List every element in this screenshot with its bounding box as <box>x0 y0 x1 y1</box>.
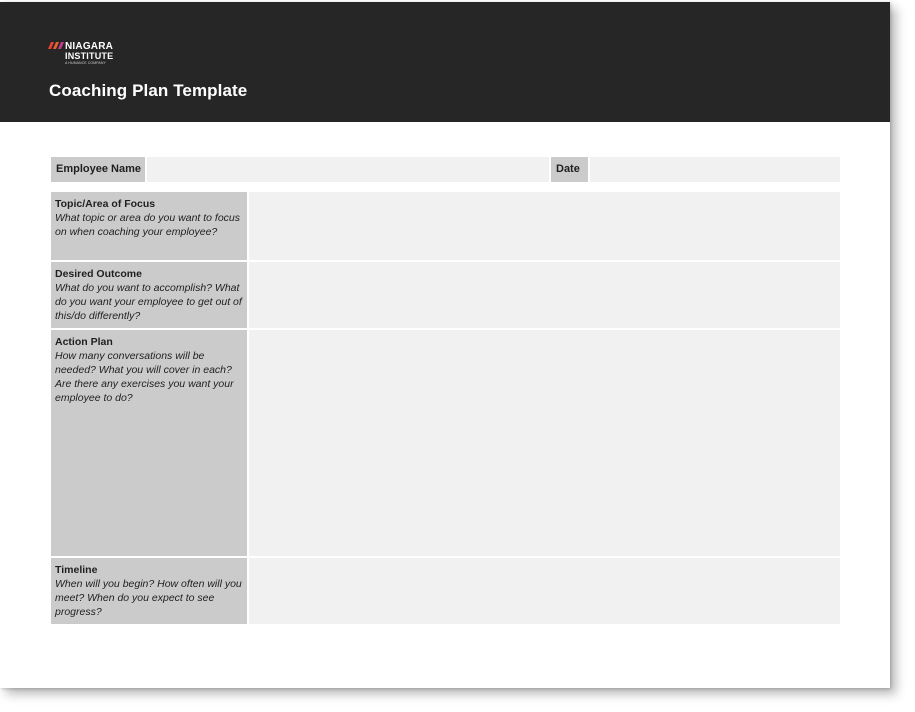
timeline-heading: Timeline <box>55 564 98 576</box>
logo-stripes-icon <box>48 42 64 49</box>
date-field[interactable] <box>590 157 840 182</box>
action-plan-prompt: How many conversations will be needed? W… <box>55 350 234 404</box>
document-page: NIAGARA INSTITUTE A HUMANCE COMPANY Coac… <box>0 2 890 688</box>
action-plan-heading: Action Plan <box>55 336 113 348</box>
page-header: NIAGARA INSTITUTE A HUMANCE COMPANY Coac… <box>0 2 890 122</box>
timeline-prompt: When will you begin? How often will you … <box>55 578 242 618</box>
date-label: Date <box>551 157 588 182</box>
topic-focus-field[interactable] <box>249 192 840 260</box>
topic-focus-label: Topic/Area of Focus What topic or area d… <box>51 192 247 260</box>
logo-tagline: A HUMANCE COMPANY <box>65 61 106 65</box>
employee-name-label: Employee Name <box>51 157 145 182</box>
employee-name-field[interactable] <box>147 157 549 182</box>
timeline-field[interactable] <box>249 558 840 624</box>
page-title: Coaching Plan Template <box>49 81 248 100</box>
desired-outcome-field[interactable] <box>249 262 840 328</box>
desired-outcome-label: Desired Outcome What do you want to acco… <box>51 262 247 328</box>
action-plan-field[interactable] <box>249 330 840 556</box>
desired-outcome-prompt: What do you want to accomplish? What do … <box>55 282 242 322</box>
desired-outcome-heading: Desired Outcome <box>55 268 142 280</box>
topic-focus-prompt: What topic or area do you want to focus … <box>55 212 241 238</box>
logo-wordmark-institute: INSTITUTE <box>65 51 114 61</box>
action-plan-label: Action Plan How many conversations will … <box>51 330 247 556</box>
topic-focus-heading: Topic/Area of Focus <box>55 198 156 210</box>
timeline-label: Timeline When will you begin? How often … <box>51 558 247 624</box>
